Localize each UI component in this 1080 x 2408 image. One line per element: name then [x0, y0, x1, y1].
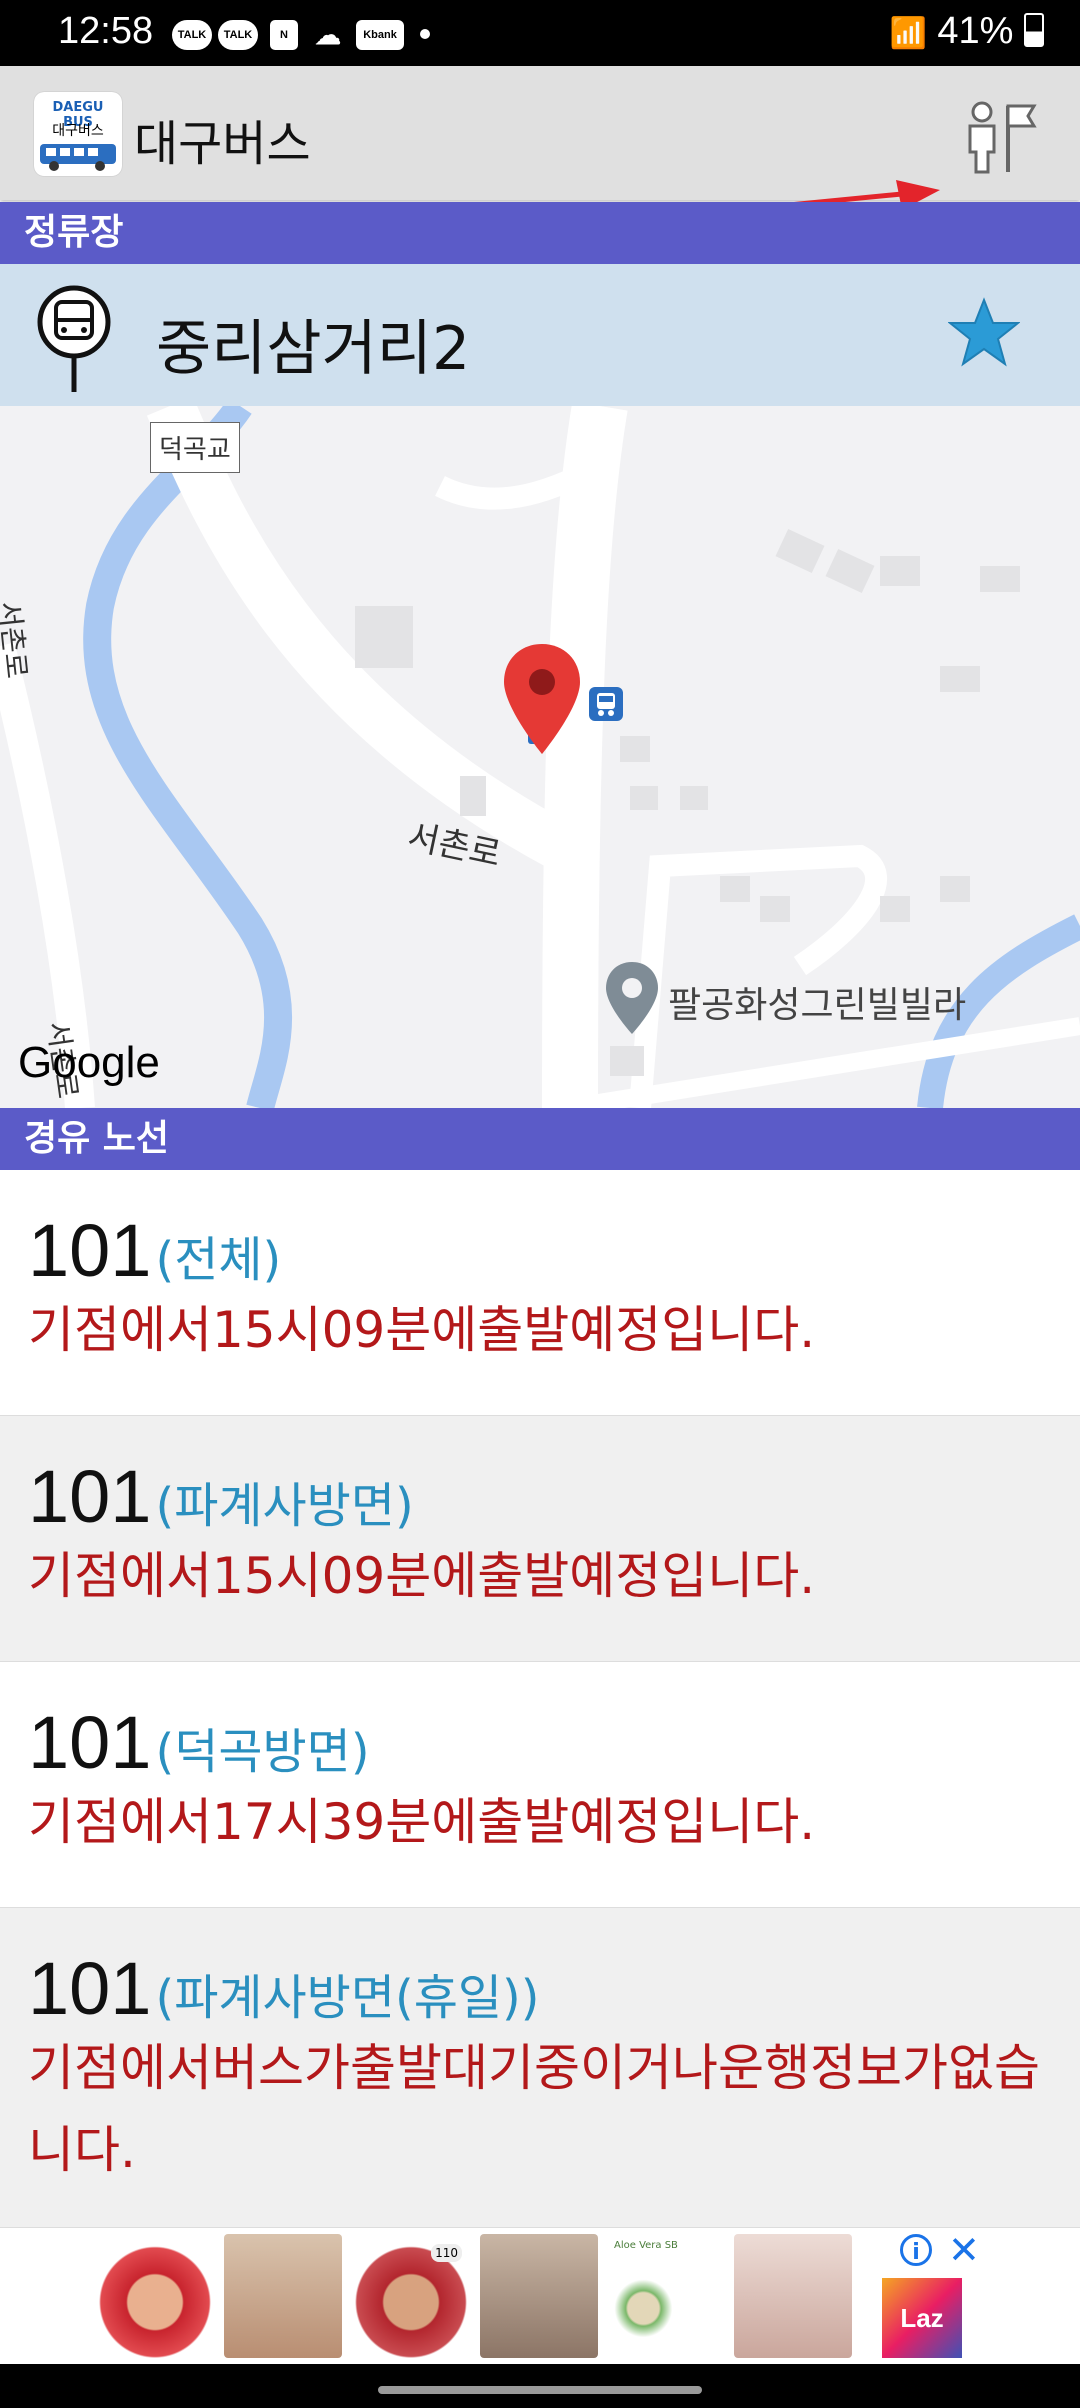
- map-label-place: 팔공화성그린빌빌라: [668, 985, 967, 1026]
- route-number: 101: [28, 1455, 152, 1538]
- cloud-notification-icon: ☁: [315, 20, 341, 50]
- ad-product-label: Aloe Vera SB: [614, 2240, 678, 2251]
- wifi-icon: 📶: [889, 17, 927, 50]
- route-status: 기점에서15시09분에출발예정입니다.: [28, 1301, 816, 1359]
- selected-stop-marker-icon[interactable]: [500, 642, 584, 762]
- ad-brand-logo[interactable]: Laz: [882, 2278, 962, 2358]
- favorite-star-icon[interactable]: [948, 296, 1020, 368]
- ad-model-image[interactable]: [480, 2234, 598, 2358]
- nearby-stops-person-flag-icon[interactable]: [960, 96, 1040, 176]
- ad-product-image[interactable]: 110: [352, 2234, 470, 2358]
- route-status: 기점에서버스가출발대기중이거나운행정보가없습니다.: [28, 2039, 1040, 2179]
- route-status: 기점에서17시39분에출발예정입니다.: [28, 1793, 816, 1851]
- map-label-bridge: 덕곡교: [150, 422, 240, 473]
- route-number: 101: [28, 1701, 152, 1784]
- home-gesture-handle[interactable]: [378, 2386, 702, 2394]
- route-direction: (파계사방면): [155, 1478, 414, 1534]
- logo-bus-icon: [40, 144, 116, 171]
- route-direction: (덕곡방면): [155, 1724, 370, 1780]
- route-direction: (파계사방면(휴일)): [155, 1970, 540, 2026]
- naver-notification-icon: N: [270, 20, 298, 50]
- status-bar: 12:58 TALK TALK N ☁ Kbank 📶 41%: [0, 0, 1080, 66]
- ad-product-shade: 110: [431, 2244, 462, 2262]
- app-bar: DAEGU BUS 대구버스 대구버스: [0, 66, 1080, 221]
- ad-product-image[interactable]: Aloe Vera SB: [608, 2234, 726, 2358]
- map-view[interactable]: 덕곡교 서촌로 서촌로 서촌로 팔공화성그린빌빌라 Google: [0, 406, 1080, 1108]
- more-notifications-dot-icon: [420, 29, 430, 39]
- google-logo: Google: [18, 1038, 160, 1087]
- stop-info-bar: 중리삼거리2: [0, 264, 1080, 406]
- place-pin-icon[interactable]: [604, 960, 660, 1036]
- route-list: 101(전체) 기점에서15시09분에출발예정입니다. 101(파계사방면) 기…: [0, 1170, 1080, 2228]
- route-direction: (전체): [155, 1232, 282, 1288]
- logo-subtext: 대구버스: [52, 123, 104, 139]
- battery-percent: 41%: [937, 10, 1014, 52]
- kbank-notification-icon: Kbank: [356, 20, 404, 50]
- ad-info-icon[interactable]: i: [900, 2234, 932, 2266]
- ad-product-image[interactable]: [96, 2234, 214, 2358]
- route-item[interactable]: 101(덕곡방면) 기점에서17시39분에출발예정입니다.: [0, 1662, 1080, 1908]
- ad-banner[interactable]: 110 Aloe Vera SB i ✕ Laz: [0, 2228, 1080, 2364]
- route-item[interactable]: 101(파계사방면) 기점에서15시09분에출발예정입니다.: [0, 1416, 1080, 1662]
- battery-icon: [1024, 13, 1044, 47]
- bus-stop-map-icon[interactable]: [588, 686, 624, 722]
- stop-name: 중리삼거리2: [156, 314, 471, 384]
- kakaotalk-notification-icon-2: TALK: [218, 20, 258, 50]
- stop-section-header: 정류장: [0, 202, 1080, 264]
- ad-model-image[interactable]: [734, 2234, 852, 2358]
- route-number: 101: [28, 1947, 152, 2030]
- app-logo: DAEGU BUS 대구버스: [34, 92, 122, 176]
- route-status: 기점에서15시09분에출발예정입니다.: [28, 1547, 816, 1605]
- routes-section-header: 경유 노선: [0, 1108, 1080, 1170]
- clock: 12:58: [58, 10, 154, 52]
- bus-stop-sign-icon: [37, 285, 111, 392]
- route-item[interactable]: 101(파계사방면(휴일)) 기점에서버스가출발대기중이거나운행정보가없습니다.: [0, 1908, 1080, 2228]
- ad-model-image[interactable]: [224, 2234, 342, 2358]
- system-indicators: 📶 41%: [889, 10, 1044, 53]
- route-number: 101: [28, 1209, 152, 1292]
- app-title: 대구버스: [134, 116, 311, 172]
- route-item[interactable]: 101(전체) 기점에서15시09분에출발예정입니다.: [0, 1170, 1080, 1416]
- kakaotalk-notification-icon: TALK: [172, 20, 212, 50]
- system-navigation-bar: [0, 2364, 1080, 2408]
- ad-close-icon[interactable]: ✕: [948, 2228, 980, 2272]
